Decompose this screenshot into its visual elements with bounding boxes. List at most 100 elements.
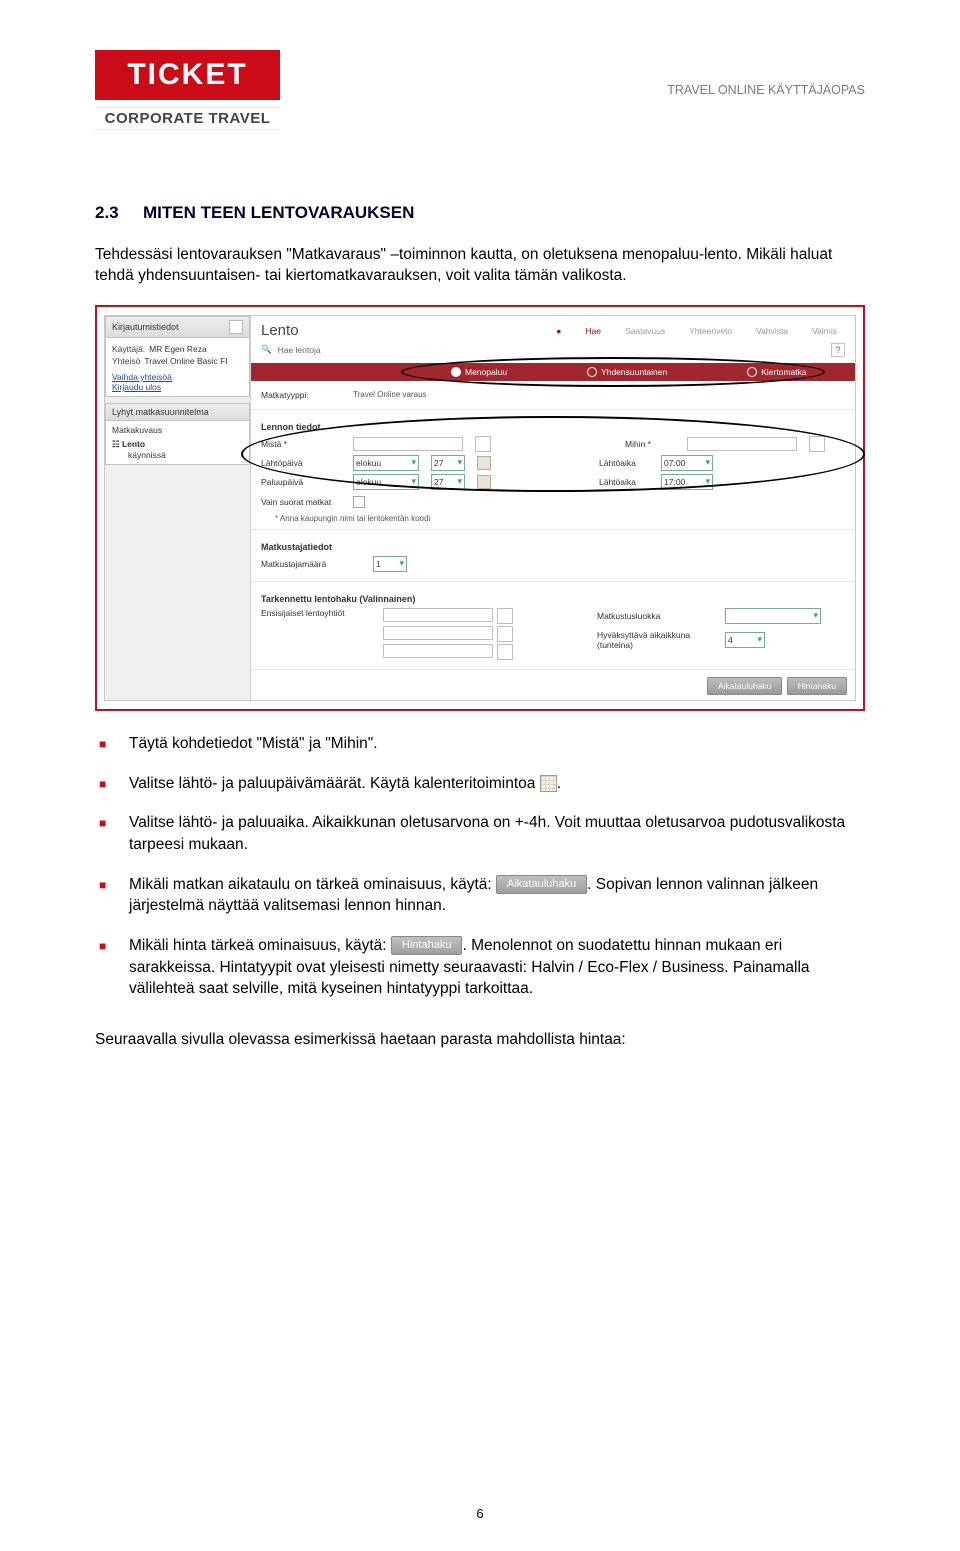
user-label: Käyttäjä: bbox=[112, 344, 145, 354]
dep-time-select[interactable]: 07:00▾ bbox=[661, 455, 713, 471]
radio-menopaluu[interactable]: Menopaluu bbox=[451, 367, 507, 377]
timewindow-select[interactable]: 4▾ bbox=[725, 632, 765, 648]
dropdown-icon[interactable] bbox=[229, 320, 243, 334]
dep-day-select[interactable]: 27▾ bbox=[431, 455, 465, 471]
company-label: Yhteisö bbox=[112, 356, 140, 366]
logout-link[interactable]: Kirjaudu ulos bbox=[112, 382, 161, 392]
search-icon: 🔍 bbox=[261, 344, 272, 355]
sidebar-panel2-body: Matkakuvaus ☷ Lento käynnissä bbox=[105, 421, 250, 465]
bullet-3: Valitse lähtö- ja paluuaika. Aikaikkunan… bbox=[95, 812, 865, 855]
step-vahvista: Vahvista bbox=[756, 326, 788, 336]
aikatauluhaku-button[interactable]: Aikatauluhaku bbox=[707, 677, 782, 695]
ret-time-label: Lähtöaika bbox=[599, 477, 649, 487]
to-label: Mihin * bbox=[625, 439, 675, 449]
trip-type-label: Matkatyyppi: bbox=[261, 390, 341, 400]
from-label: Mistä * bbox=[261, 439, 341, 449]
lookup-icon[interactable] bbox=[497, 644, 513, 660]
calendar-icon bbox=[540, 775, 557, 792]
airline-input[interactable] bbox=[383, 626, 493, 640]
sidebar-panel1-body: Käyttäjä: MR Egen Reza Yhteisö Travel Onli… bbox=[105, 338, 250, 397]
class-label: Matkustusluokka bbox=[597, 611, 717, 621]
city-code-note: * Anna kaupungin nimi tai lentokentän ko… bbox=[275, 514, 845, 523]
hintahaku-inline-button: Hintahaku bbox=[391, 936, 463, 955]
step-valmis: Valmis bbox=[812, 326, 837, 336]
wizard-steps: ● Hae Saatavuus Yhteenveto Vahvista Valm… bbox=[546, 322, 847, 338]
bullet-5: Mikäli hinta tärkeä ominaisuus, käytä: H… bbox=[95, 935, 865, 1000]
sidebar-panel1-title: Kirjautumistiedot bbox=[112, 322, 179, 332]
intro-paragraph: Tehdessäsi lentovarauksen "Matkavaraus" … bbox=[95, 245, 865, 287]
button-row: Aikatauluhaku Hintahaku bbox=[251, 670, 855, 700]
ret-time-select[interactable]: 17:00▾ bbox=[661, 474, 713, 490]
calendar-icon[interactable] bbox=[477, 456, 491, 470]
sidebar: Kirjautumistiedot Käyttäjä: MR Egen Reza … bbox=[105, 316, 251, 700]
logo: TICKET CORPORATE TRAVEL bbox=[95, 50, 315, 130]
logo-sub: CORPORATE TRAVEL bbox=[95, 107, 280, 130]
section-flight-details: Lennon tiedot Mistä * Mihin * Lähtöpäivä bbox=[251, 410, 855, 530]
dep-month-select[interactable]: elokuu▾ bbox=[353, 455, 419, 471]
company-value: Travel Online Basic FI bbox=[144, 356, 227, 366]
closing-paragraph: Seuraavalla sivulla olevassa esimerkissä… bbox=[95, 1030, 865, 1051]
section-number: 2.3 bbox=[95, 203, 143, 223]
itinerary-status: käynnissä bbox=[128, 450, 243, 460]
header-right-text: TRAVEL ONLINE KÄYTTÄJÄOPAS bbox=[667, 83, 865, 97]
step-yhteenveto: Yhteenveto bbox=[689, 326, 732, 336]
direct-only-label: Vain suorat matkat bbox=[261, 497, 341, 507]
lookup-icon[interactable] bbox=[497, 626, 513, 642]
trip-type-bar: Menopaluu Yhdensuuntainen Kiertomatka bbox=[251, 363, 855, 381]
lookup-icon[interactable] bbox=[497, 608, 513, 624]
calendar-icon[interactable] bbox=[477, 475, 491, 489]
section-heading: 2.3MITEN TEEN LENTOVARAUKSEN bbox=[95, 203, 865, 223]
lookup-icon[interactable] bbox=[809, 436, 825, 452]
trip-type-value: Travel Online varaus bbox=[353, 390, 427, 399]
main-title: Lento bbox=[251, 316, 299, 341]
help-icon[interactable]: ? bbox=[831, 343, 845, 357]
ret-day-select[interactable]: 27▾ bbox=[431, 474, 465, 490]
timewindow-label: Hyväksyttävä aikaikkuna (tunteina) bbox=[597, 630, 717, 650]
direct-only-checkbox[interactable] bbox=[353, 496, 365, 508]
lookup-icon[interactable] bbox=[475, 436, 491, 452]
step-hae[interactable]: Hae bbox=[585, 326, 601, 336]
radio-yhdensuuntainen[interactable]: Yhdensuuntainen bbox=[587, 367, 667, 377]
main-panel: Lento ● Hae Saatavuus Yhteenveto Vahvist… bbox=[251, 316, 855, 700]
section-advanced: Tarkennettu lentohaku (Valinnainen) Ensi… bbox=[251, 582, 855, 670]
bullet-4: Mikäli matkan aikataulu on tärkeä ominai… bbox=[95, 874, 865, 917]
sidebar-panel2-header[interactable]: Lyhyt matkasuunnitelma bbox=[105, 403, 250, 421]
bullet-list: Täytä kohdetiedot "Mistä" ja "Mihin". Va… bbox=[95, 733, 865, 1000]
screenshot: Kirjautumistiedot Käyttäjä: MR Egen Reza … bbox=[104, 315, 856, 701]
search-flights-label: Hae lentoja bbox=[278, 345, 321, 355]
user-value: MR Egen Reza bbox=[149, 344, 207, 354]
pax-select[interactable]: 1▾ bbox=[373, 556, 407, 572]
bullet-1: Täytä kohdetiedot "Mistä" ja "Mihin". bbox=[95, 733, 865, 755]
airline-input[interactable] bbox=[383, 608, 493, 622]
dep-date-label: Lähtöpäivä bbox=[261, 458, 341, 468]
bullet-2: Valitse lähtö- ja paluupäivämäärät. Käyt… bbox=[95, 773, 865, 795]
itinerary-flight[interactable]: Lento bbox=[122, 439, 145, 449]
change-company-link[interactable]: Vaihda yhteisöä bbox=[112, 372, 172, 382]
page-header: TICKET CORPORATE TRAVEL TRAVEL ONLINE KÄ… bbox=[95, 40, 865, 138]
pref-airline-label: Ensisijaiset lentoyhtiöt bbox=[261, 608, 371, 618]
pax-label: Matkustajamäärä bbox=[261, 559, 361, 569]
radio-kiertomatka[interactable]: Kiertomatka bbox=[747, 367, 806, 377]
advanced-head: Tarkennettu lentohaku (Valinnainen) bbox=[261, 594, 845, 604]
section-passengers: Matkustajatiedot Matkustajamäärä 1▾ bbox=[251, 530, 855, 582]
ret-date-label: Paluupäivä bbox=[261, 477, 341, 487]
ret-month-select[interactable]: elokuu▾ bbox=[353, 474, 419, 490]
logo-main: TICKET bbox=[95, 50, 280, 100]
sidebar-panel2-title: Lyhyt matkasuunnitelma bbox=[112, 407, 209, 417]
page-number: 6 bbox=[0, 1506, 960, 1521]
to-input[interactable] bbox=[687, 437, 797, 451]
sidebar-panel1-header[interactable]: Kirjautumistiedot bbox=[105, 316, 250, 338]
flight-details-head: Lennon tiedot bbox=[261, 422, 845, 432]
section-title: MITEN TEEN LENTOVARAUKSEN bbox=[143, 203, 414, 222]
airline-input[interactable] bbox=[383, 644, 493, 658]
class-select[interactable]: ▾ bbox=[725, 608, 821, 624]
screenshot-frame: Kirjautumistiedot Käyttäjä: MR Egen Reza … bbox=[95, 305, 865, 711]
itinerary-desc: Matkakuvaus bbox=[112, 425, 243, 435]
aikatauluhaku-inline-button: Aikatauluhaku bbox=[496, 875, 587, 894]
dep-time-label: Lähtöaika bbox=[599, 458, 649, 468]
section-triptype: Matkatyyppi: Travel Online varaus bbox=[251, 381, 855, 410]
hintahaku-button[interactable]: Hintahaku bbox=[787, 677, 847, 695]
from-input[interactable] bbox=[353, 437, 463, 451]
step-saatavuus: Saatavuus bbox=[625, 326, 665, 336]
passenger-head: Matkustajatiedot bbox=[261, 542, 845, 552]
